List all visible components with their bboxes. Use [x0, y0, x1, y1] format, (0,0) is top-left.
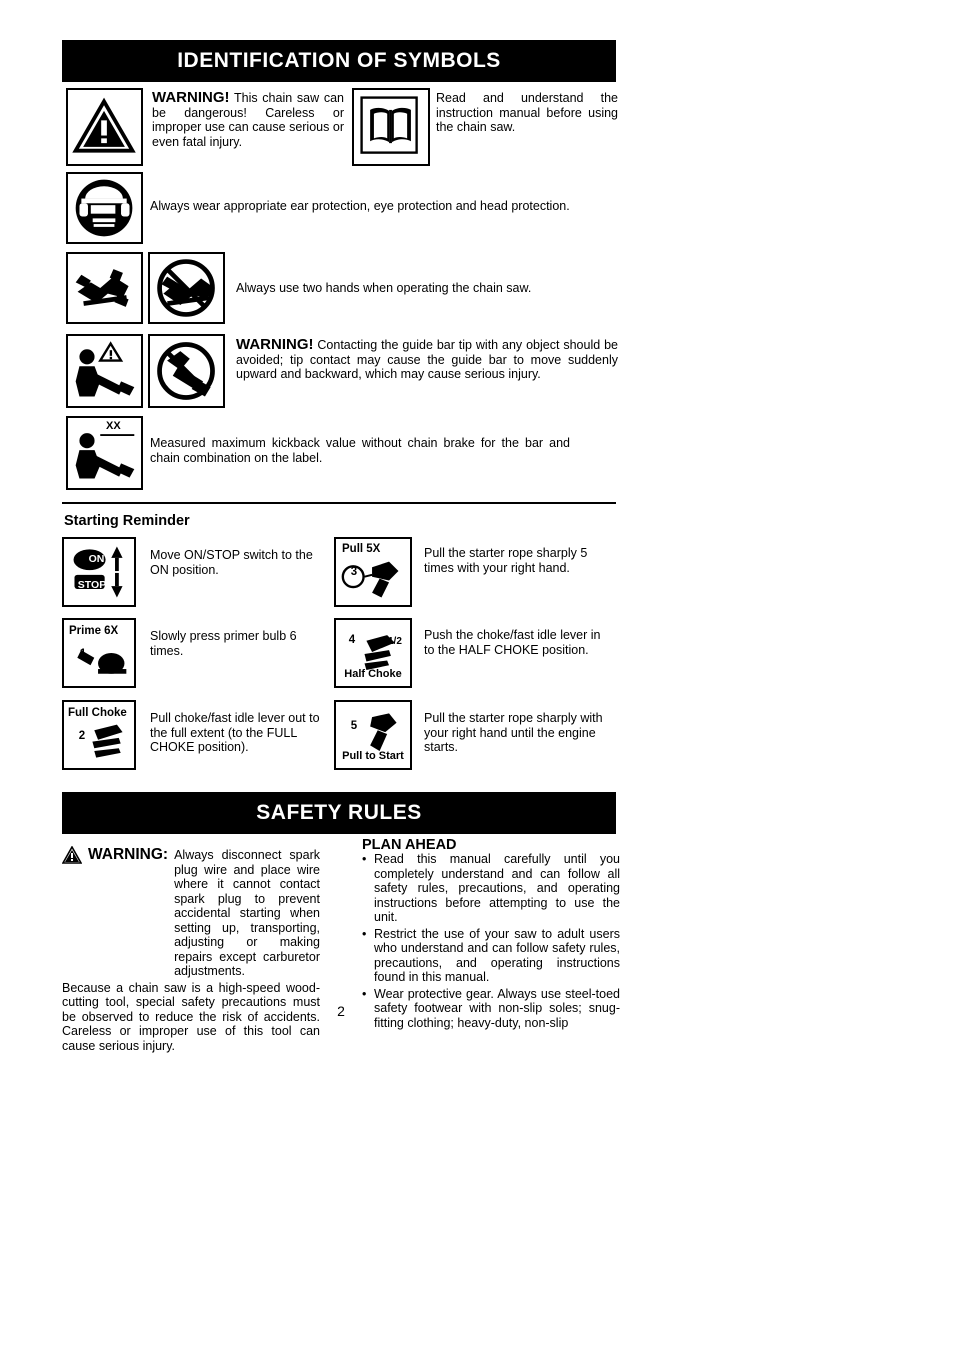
plan-ahead-bullet-2: Restrict the use of your saw to adult us… [374, 926, 620, 985]
full-choke-label: Full Choke [68, 707, 127, 719]
safety-rules-banner: SAFETY RULES [62, 792, 616, 834]
step-5-label: 5 [350, 720, 358, 732]
primer-bulb-icon: Prime 6X 1 [62, 618, 136, 688]
read-manual-text: Read and understand the instruction manu… [436, 91, 618, 134]
pull-to-start-step-text: Pull the starter rope sharply with your … [424, 711, 603, 754]
section-divider [62, 502, 616, 504]
list-item: • Read this manual carefully until you c… [362, 852, 620, 925]
two-hands-text: Always use two hands when operating the … [236, 281, 532, 295]
head-ear-eye-protection-icon [66, 172, 143, 244]
prime-6x-label: Prime 6X [69, 625, 119, 637]
two-hands-icon [66, 252, 143, 324]
safety-warning-label: WARNING: [88, 846, 169, 863]
warning-triangle-small-icon [62, 846, 82, 864]
pull-5x-label: Pull 5X [342, 543, 381, 555]
bullet-icon: • [362, 852, 367, 866]
step-2-label: 2 [78, 730, 86, 742]
kickback-measured-value-text: Measured maximum kickback value without … [150, 436, 570, 465]
warning-label-2: WARNING! [236, 336, 314, 353]
step-3-label: 3 [350, 566, 358, 578]
starting-reminder-title: Starting Reminder [64, 513, 190, 529]
on-label: ON [88, 553, 105, 565]
one-hand-prohibited-icon [148, 252, 225, 324]
bullet-icon: • [362, 926, 367, 941]
full-choke-step-text: Pull choke/fast idle lever out to the fu… [150, 711, 320, 754]
ppe-text: Always wear appropriate ear protection, … [150, 199, 570, 213]
manual-page: IDENTIFICATION OF SYMBOLS WARNING! This … [0, 0, 954, 1348]
pull-rope-step-text: Pull the starter rope sharply 5 times wi… [424, 546, 588, 575]
on-stop-switch-icon: ON STOP [62, 537, 136, 607]
identification-of-symbols-banner: IDENTIFICATION OF SYMBOLS [62, 40, 616, 82]
full-choke-lever-icon: Full Choke 2 [62, 700, 136, 770]
warning-triangle-icon [66, 88, 143, 166]
stop-label: STOP [77, 579, 107, 591]
step-4-label: 4 [348, 634, 356, 646]
starter-rope-icon: Pull 5X 3 [334, 537, 412, 607]
half-choke-step-text: Push the choke/fast idle lever in to the… [424, 628, 601, 657]
open-manual-icon [352, 88, 430, 166]
safety-warning-paragraph-1: Always disconnect spark plug wire and pl… [174, 848, 320, 978]
pull-to-start-label: Pull to Start [342, 750, 404, 762]
kickback-value-label: XX [106, 420, 121, 432]
safety-warning-block: WARNING: Always disconnect spark plug wi… [62, 846, 320, 1053]
plan-ahead-bullet-1: Read this manual carefully until you com… [374, 852, 620, 924]
kickback-warning-text: WARNING! Contacting the guide bar tip wi… [236, 336, 618, 382]
half-choke-lever-icon: 4 1/2 Half Choke [334, 618, 412, 688]
half-fraction-label: 1/2 [388, 636, 402, 647]
on-stop-step-text: Move ON/STOP switch to the ON position. [150, 548, 313, 577]
kickback-bar-tip-icon [66, 334, 143, 408]
bar-tip-contact-prohibited-icon [148, 334, 225, 408]
plan-ahead-heading: PLAN AHEAD [362, 837, 457, 853]
pull-to-start-icon: 5 Pull to Start [334, 700, 412, 770]
list-item: • Restrict the use of your saw to adult … [362, 927, 620, 985]
half-choke-label: Half Choke [344, 668, 402, 680]
warning-label-1: WARNING! [152, 89, 230, 106]
primer-step-text: Slowly press primer bulb 6 times. [150, 629, 297, 658]
warning-text-chainsaw-dangerous: WARNING! This chain saw can be dangerous… [152, 89, 344, 149]
page-number: 2 [337, 1003, 345, 1019]
step-1-label: 1 [79, 648, 87, 660]
kickback-measured-value-icon: XX [66, 416, 143, 490]
